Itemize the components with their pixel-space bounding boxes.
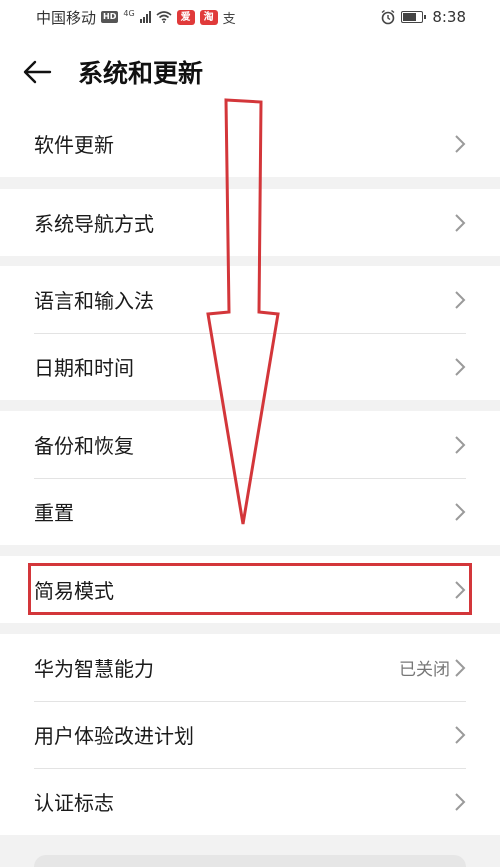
list-item-label: 软件更新 [34,133,114,157]
list-item-label: 系统导航方式 [34,212,154,236]
chevron-right-icon [455,290,466,309]
chevron-right-icon [455,792,466,811]
status-left: 中国移动 HD 4G 爱 淘 支 [36,7,236,28]
list-item-label: 认证标志 [34,791,114,815]
chevron-right-icon [455,134,466,153]
chevron-right-icon [455,213,466,232]
list-item-label: 华为智慧能力 [34,657,154,681]
settings-group: 语言和输入法 日期和时间 [0,266,500,400]
chevron-right-icon [455,658,466,677]
chevron-right-icon [455,725,466,744]
bottom-search-card[interactable] [34,855,466,867]
alarm-icon [381,9,395,25]
list-item-certification[interactable]: 认证标志 [0,768,500,835]
settings-group: 软件更新 [0,110,500,177]
battery-icon [401,11,427,23]
page-title: 系统和更新 [78,59,204,88]
alipay-icon: 支 [222,11,236,27]
list-item-label: 语言和输入法 [34,289,154,313]
list-item-reset[interactable]: 重置 [0,478,500,545]
list-item-date-time[interactable]: 日期和时间 [0,333,500,400]
back-arrow-icon [23,60,52,84]
network-type-icon: 4G [123,8,135,18]
settings-group: 系统导航方式 [0,189,500,256]
chevron-right-icon [455,435,466,454]
list-item-backup-restore[interactable]: 备份和恢复 [0,411,500,478]
signal-icon [139,11,151,23]
list-item-label: 用户体验改进计划 [34,724,194,748]
list-item-label: 简易模式 [34,579,114,603]
clock-time: 8:38 [432,8,466,26]
list-item-right: 已关闭 [399,655,466,680]
page-header: 系统和更新 [0,34,500,110]
list-item-simple-mode[interactable]: 简易模式 [0,556,500,623]
settings-group: 简易模式 [0,556,500,623]
carrier-name: 中国移动 [36,8,97,27]
status-value: 已关闭 [399,660,450,680]
chevron-right-icon [455,580,466,599]
hd-icon: HD [101,11,119,23]
list-item-software-update[interactable]: 软件更新 [0,110,500,177]
status-right: 8:38 [380,8,466,26]
chevron-right-icon [455,357,466,376]
status-bar: 中国移动 HD 4G 爱 淘 支 8:38 [0,0,500,34]
list-item-label: 日期和时间 [34,356,134,380]
list-item-label: 重置 [34,501,74,525]
settings-group: 备份和恢复 重置 [0,411,500,545]
chevron-right-icon [455,502,466,521]
list-item-navigation[interactable]: 系统导航方式 [0,189,500,256]
list-item-huawei-ai[interactable]: 华为智慧能力 已关闭 [0,634,500,701]
settings-group: 华为智慧能力 已关闭 用户体验改进计划 认证标志 [0,634,500,835]
wifi-icon [156,11,172,23]
back-button[interactable] [0,34,82,110]
list-item-ux-improvement[interactable]: 用户体验改进计划 [0,701,500,768]
app-notification-icon: 淘 [199,9,218,25]
list-item-label: 备份和恢复 [34,434,134,458]
list-item-language-input[interactable]: 语言和输入法 [0,266,500,333]
app-notification-icon: 爱 [176,9,195,25]
